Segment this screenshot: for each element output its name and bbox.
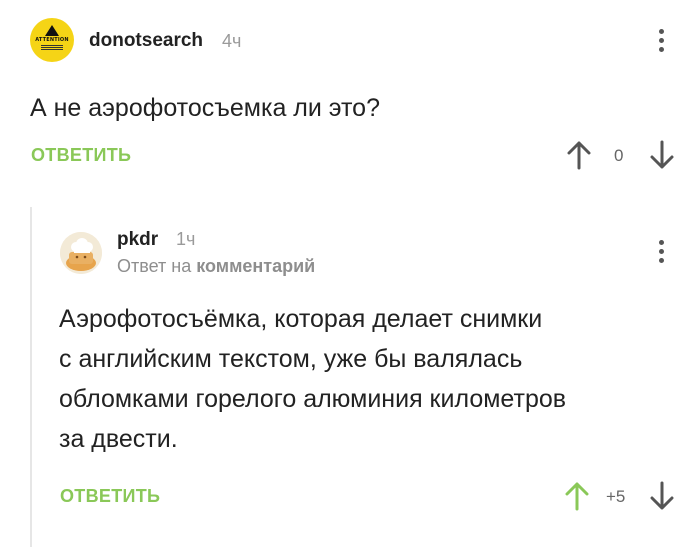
- avatar-label: ATTENTION: [35, 37, 69, 43]
- comment-text-line: Аэрофотосъёмка, которая делает снимки: [59, 305, 543, 333]
- arrow-down-icon[interactable]: [649, 140, 675, 170]
- comment-text: А не аэрофотосъемка ли это?: [30, 94, 380, 122]
- arrow-up-icon[interactable]: [564, 481, 590, 511]
- more-options-icon[interactable]: [658, 27, 664, 54]
- reply-to-caption: Ответ на комментарий: [117, 256, 315, 277]
- username[interactable]: pkdr: [117, 229, 158, 251]
- thread-line: [30, 207, 32, 547]
- comment-text-line: обломками горелого алюминия километров: [59, 385, 567, 413]
- score: 0: [614, 146, 624, 165]
- timestamp: 4ч: [222, 31, 242, 51]
- avatar-fine-print: [41, 44, 63, 51]
- comment-text: Аэрофотосъёмка, которая делает снимки с …: [59, 299, 566, 459]
- avatar-image: [60, 232, 102, 274]
- reply-button[interactable]: ОТВЕТИТЬ: [31, 145, 131, 166]
- username[interactable]: donotsearch: [89, 30, 203, 52]
- timestamp: 1ч: [176, 229, 196, 249]
- reply-to-label: Ответ на: [117, 256, 192, 276]
- avatar[interactable]: ATTENTION: [30, 18, 74, 62]
- arrow-up-icon[interactable]: [566, 140, 592, 170]
- avatar[interactable]: [60, 232, 102, 274]
- score: +5: [606, 487, 626, 506]
- comment-text-line: с английским текстом, уже бы валялась: [59, 345, 523, 373]
- parent-comment-link[interactable]: комментарий: [196, 256, 315, 276]
- arrow-down-icon[interactable]: [649, 481, 675, 511]
- comment-text-line: за двести.: [59, 425, 178, 453]
- warning-icon: [45, 25, 59, 36]
- more-options-icon[interactable]: [658, 238, 664, 265]
- reply-button[interactable]: ОТВЕТИТЬ: [60, 486, 160, 507]
